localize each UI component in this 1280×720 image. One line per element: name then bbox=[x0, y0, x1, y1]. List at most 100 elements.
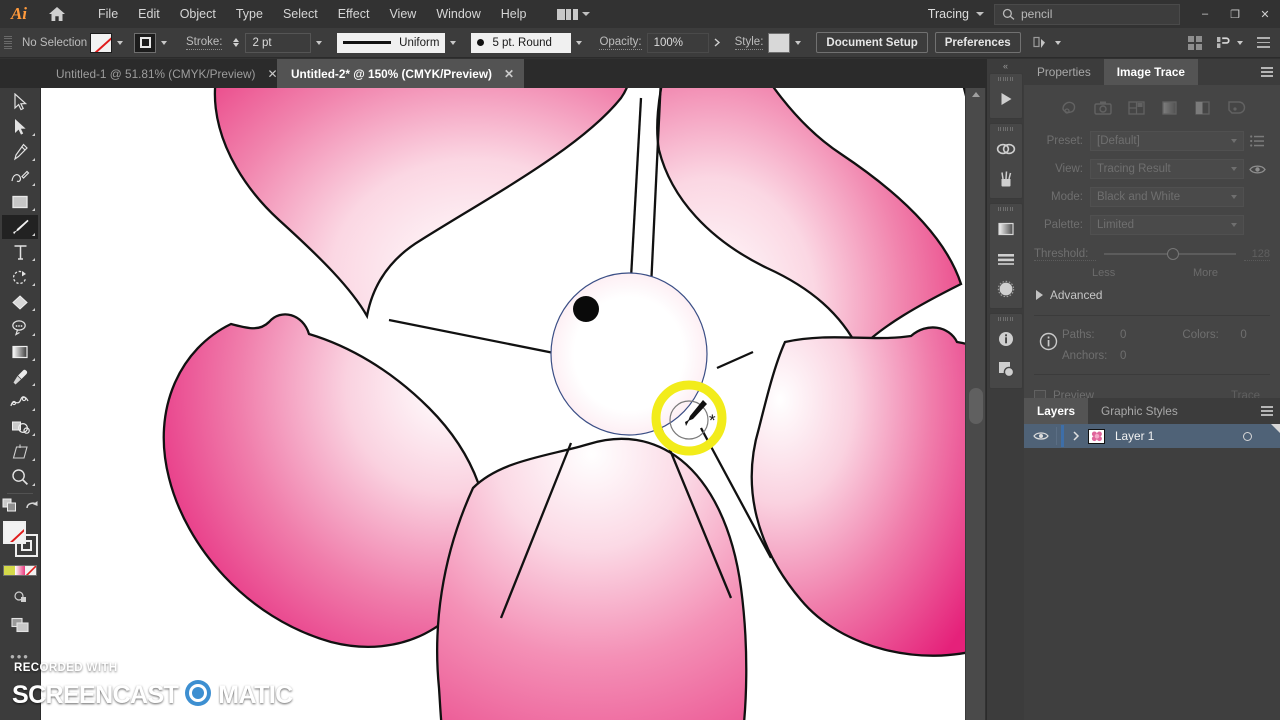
pen-tool[interactable] bbox=[2, 140, 38, 164]
panel-options-icon[interactable] bbox=[1257, 36, 1270, 49]
view-dropdown[interactable]: Tracing Result bbox=[1090, 159, 1244, 179]
rail-grip[interactable] bbox=[998, 317, 1014, 321]
gradient-panel-icon[interactable] bbox=[991, 214, 1021, 244]
brushes-icon[interactable] bbox=[991, 164, 1021, 194]
close-icon[interactable]: ✕ bbox=[504, 68, 514, 80]
maximize-button[interactable]: ❐ bbox=[1220, 0, 1250, 28]
rail-grip[interactable] bbox=[998, 127, 1014, 131]
advanced-disclosure[interactable]: Advanced bbox=[1024, 283, 1280, 307]
more-tools-button[interactable]: ••• bbox=[2, 644, 38, 668]
eyedropper-tool[interactable] bbox=[2, 365, 38, 389]
stroke-profile-field[interactable]: Uniform bbox=[337, 32, 446, 53]
tab-properties[interactable]: Properties bbox=[1024, 59, 1104, 85]
opacity-value[interactable]: 100% bbox=[646, 32, 709, 53]
threshold-value[interactable]: 128 bbox=[1244, 248, 1270, 261]
canvas-vertical-scrollbar[interactable] bbox=[965, 88, 985, 720]
links-icon[interactable] bbox=[991, 134, 1021, 164]
layers-menu-icon[interactable] bbox=[1254, 398, 1280, 424]
selection-tool[interactable] bbox=[2, 90, 38, 114]
panel-menu-icon[interactable] bbox=[1254, 59, 1280, 85]
brush-definition-dropdown[interactable] bbox=[571, 32, 588, 53]
brush-definition-field[interactable]: 5 pt. Round bbox=[471, 32, 572, 53]
stroke-weight-value[interactable]: 2 pt bbox=[245, 32, 312, 53]
menu-item-view[interactable]: View bbox=[379, 0, 426, 28]
menu-item-help[interactable]: Help bbox=[491, 0, 537, 28]
stroke-weight-dropdown[interactable] bbox=[311, 32, 328, 53]
vertical-scroll-thumb[interactable] bbox=[969, 388, 983, 424]
rectangle-tool[interactable] bbox=[2, 190, 38, 214]
stroke-swatch[interactable] bbox=[134, 32, 156, 53]
lasso-tool[interactable] bbox=[2, 315, 38, 339]
fill-dropdown[interactable] bbox=[112, 32, 128, 53]
opacity-more-button[interactable] bbox=[708, 32, 725, 53]
manage-presets-icon[interactable] bbox=[1244, 135, 1270, 147]
play-libraries-icon[interactable] bbox=[991, 84, 1021, 114]
chevron-right-icon[interactable] bbox=[1068, 431, 1084, 441]
zoom-tool[interactable] bbox=[2, 465, 38, 489]
layers-list-body[interactable] bbox=[1024, 448, 1280, 720]
threshold-slider[interactable] bbox=[1104, 248, 1236, 260]
fill-and-stroke-swatches[interactable] bbox=[2, 521, 38, 561]
document-tab-untitled-1[interactable]: Untitled-1 @ 51.81% (CMYK/Preview) ✕ bbox=[42, 59, 288, 88]
tab-graphic-styles[interactable]: Graphic Styles bbox=[1088, 398, 1191, 424]
scroll-up-arrow[interactable] bbox=[971, 92, 980, 97]
style-dropdown[interactable] bbox=[790, 32, 807, 53]
arrange-objects-icon[interactable] bbox=[2, 498, 18, 518]
tab-image-trace[interactable]: Image Trace bbox=[1103, 59, 1198, 85]
menu-item-file[interactable]: File bbox=[88, 0, 128, 28]
palette-dropdown[interactable]: Limited bbox=[1090, 215, 1244, 235]
gradient-tool[interactable] bbox=[2, 340, 38, 364]
curvature-tool[interactable] bbox=[2, 165, 38, 189]
stroke-weight-stepper[interactable] bbox=[230, 38, 242, 47]
control-bar-grip[interactable] bbox=[4, 34, 14, 52]
shape-builder-tool[interactable] bbox=[2, 415, 38, 439]
transparency-panel-icon[interactable] bbox=[991, 274, 1021, 304]
collapse-panels-button[interactable]: « bbox=[987, 59, 1024, 73]
close-button[interactable]: ✕ bbox=[1250, 0, 1280, 28]
stroke-profile-dropdown[interactable] bbox=[445, 32, 462, 53]
info-panel-icon[interactable] bbox=[991, 324, 1021, 354]
artboard-canvas[interactable]: * bbox=[41, 88, 985, 720]
search-input[interactable]: pencil bbox=[994, 3, 1180, 25]
home-icon[interactable] bbox=[38, 0, 76, 28]
menu-item-edit[interactable]: Edit bbox=[128, 0, 170, 28]
paintbrush-tool[interactable] bbox=[2, 215, 38, 239]
change-screen-mode-icon[interactable] bbox=[2, 613, 38, 637]
tab-layers[interactable]: Layers bbox=[1024, 398, 1089, 424]
menu-item-effect[interactable]: Effect bbox=[328, 0, 380, 28]
menu-item-window[interactable]: Window bbox=[426, 0, 490, 28]
none-swatch[interactable] bbox=[25, 566, 37, 575]
blend-tool[interactable] bbox=[2, 390, 38, 414]
layer-name[interactable]: Layer 1 bbox=[1115, 429, 1154, 443]
type-tool[interactable] bbox=[2, 240, 38, 264]
menu-item-type[interactable]: Type bbox=[226, 0, 273, 28]
rail-grip[interactable] bbox=[998, 207, 1014, 211]
arrange-documents-icon[interactable] bbox=[551, 2, 596, 26]
undo-arrow-icon[interactable] bbox=[24, 499, 39, 518]
menu-item-select[interactable]: Select bbox=[273, 0, 328, 28]
style-swatch[interactable] bbox=[768, 32, 791, 53]
align-to-selection-control[interactable] bbox=[1033, 35, 1061, 50]
document-setup-button[interactable]: Document Setup bbox=[816, 32, 928, 53]
fill-color-swatch[interactable] bbox=[3, 521, 26, 544]
layer-row[interactable]: Layer 1 bbox=[1024, 424, 1280, 448]
screen-mode-icon[interactable] bbox=[2, 584, 38, 608]
direct-selection-tool[interactable] bbox=[2, 115, 38, 139]
target-circle-icon[interactable] bbox=[1243, 431, 1252, 441]
perspective-grid-tool[interactable] bbox=[2, 440, 38, 464]
menu-item-object[interactable]: Object bbox=[170, 0, 226, 28]
color-swatch[interactable] bbox=[4, 566, 15, 575]
fill-swatch[interactable] bbox=[90, 32, 112, 53]
mode-dropdown[interactable]: Black and White bbox=[1090, 187, 1244, 207]
switch-workspace-icon[interactable] bbox=[1216, 35, 1243, 50]
rotate-tool[interactable] bbox=[2, 265, 38, 289]
preset-dropdown[interactable]: [Default] bbox=[1090, 131, 1244, 151]
info-circle-icon[interactable] bbox=[1034, 324, 1062, 366]
document-tab-untitled-2[interactable]: Untitled-2* @ 150% (CMYK/Preview) ✕ bbox=[277, 59, 525, 88]
eye-icon[interactable] bbox=[1030, 431, 1052, 441]
shaper-tool[interactable] bbox=[2, 290, 38, 314]
stroke-dropdown[interactable] bbox=[156, 32, 172, 53]
preferences-button[interactable]: Preferences bbox=[934, 32, 1021, 53]
stroke-panel-icon[interactable] bbox=[991, 244, 1021, 274]
workspace-switcher[interactable]: Tracing bbox=[918, 7, 994, 21]
